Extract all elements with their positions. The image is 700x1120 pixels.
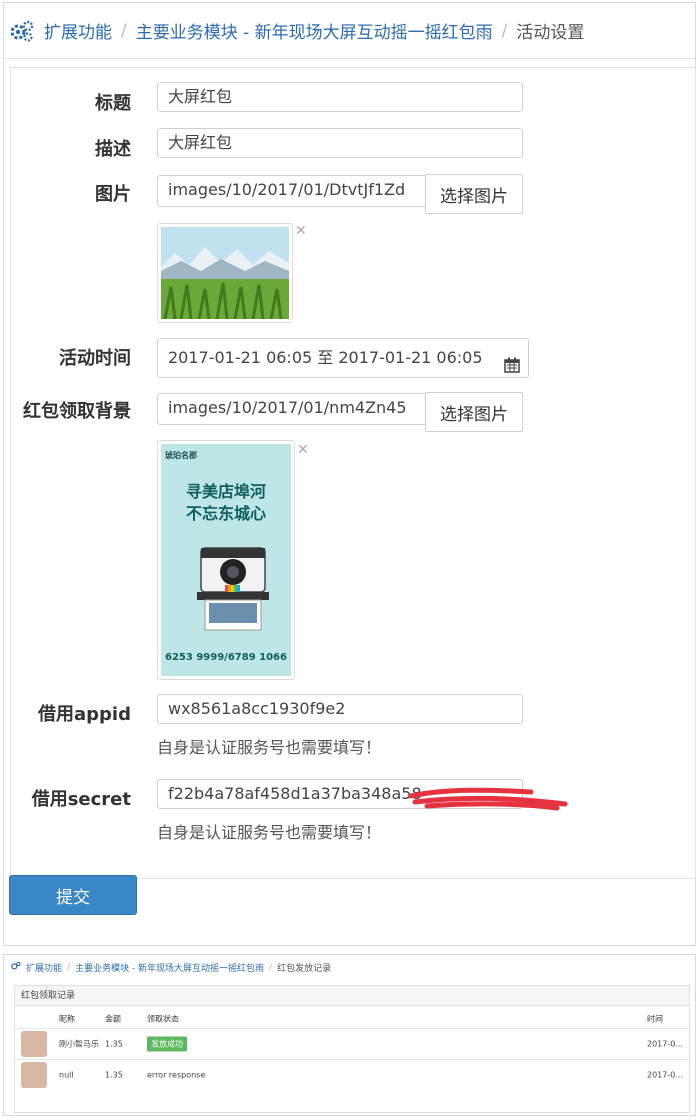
records-breadcrumb-extensions[interactable]: 扩展功能	[26, 961, 62, 974]
records-breadcrumb: 扩展功能 / 主要业务模块 - 新年现场大屏互动摇一摇红包雨 / 红包发放记录	[10, 961, 331, 974]
secret-value: f22b4a78af458d1a37ba348a58	[168, 784, 422, 803]
desc-label: 描述	[95, 139, 131, 160]
status-badge: 发放成功	[147, 1036, 187, 1051]
records-table-header: 昵称 金额 领取状态 时间	[15, 1012, 689, 1026]
image-label: 图片	[95, 184, 131, 205]
bg-path-input[interactable]: images/10/2017/01/nm4Zn45	[157, 393, 427, 425]
poster-brand: 琥珀名郡	[165, 451, 197, 460]
table-row: null 1.35 error response 2017-0...	[15, 1059, 689, 1089]
breadcrumb-module[interactable]: 主要业务模块 - 新年现场大屏互动摇一摇红包雨	[136, 18, 493, 43]
pick-bg-button[interactable]: 选择图片	[425, 392, 523, 432]
records-breadcrumb-current: 红包发放记录	[277, 964, 332, 974]
appid-help: 自身是认证服务号也需要填写！	[157, 738, 382, 757]
poster-line2: 不忘东城心	[185, 504, 266, 523]
row-status: error response	[147, 1070, 206, 1079]
bg-label: 红包领取背景	[23, 401, 131, 422]
gears-icon	[10, 961, 22, 974]
col-nickname: 昵称	[59, 1014, 75, 1024]
remove-bg-icon[interactable]: ✕	[297, 442, 309, 458]
image-path-input[interactable]: images/10/2017/01/DtvtJf1Zd	[157, 175, 427, 207]
records-panel-title: 红包领取记录	[15, 986, 689, 1006]
appid-input[interactable]: wx8561a8cc1930f9e2	[157, 694, 523, 724]
secret-label: 借用secret	[31, 789, 131, 810]
gears-icon	[8, 19, 36, 43]
title-label: 标题	[95, 93, 131, 114]
breadcrumb-separator: /	[269, 962, 273, 973]
row-time: 2017-0...	[647, 1070, 683, 1079]
breadcrumb-current: 活动设置	[516, 23, 585, 43]
records-breadcrumb-module[interactable]: 主要业务模块 - 新年现场大屏互动摇一摇红包雨	[75, 961, 264, 974]
row-nickname: null	[59, 1070, 74, 1079]
desc-input[interactable]: 大屏红包	[157, 128, 523, 158]
title-input[interactable]: 大屏红包	[157, 82, 523, 112]
time-range-value: 2017-01-21 06:05 至 2017-01-21 06:05	[168, 348, 483, 367]
col-status: 领取状态	[147, 1014, 179, 1024]
breadcrumb: 扩展功能 / 主要业务模块 - 新年现场大屏互动摇一摇红包雨 / 活动设置	[4, 3, 695, 59]
secret-help: 自身是认证服务号也需要填写！	[157, 823, 382, 842]
poster-line1: 寻美店埠河	[185, 482, 266, 501]
calendar-icon[interactable]	[504, 349, 520, 377]
row-amount: 1.35	[105, 1039, 123, 1048]
avatar	[21, 1062, 47, 1088]
redaction-scribble	[408, 787, 568, 811]
row-time: 2017-0...	[647, 1039, 683, 1048]
poster-phone: 6253 9999/6789 1066	[165, 652, 287, 663]
row-nickname: 刚小智马乐	[59, 1039, 99, 1048]
settings-form: 标题 大屏红包 描述 大屏红包 图片 images/10/2017/01/Dtv…	[10, 67, 696, 879]
landscape-image	[161, 227, 289, 320]
image-thumbnail	[157, 223, 293, 323]
pick-image-button[interactable]: 选择图片	[425, 174, 523, 214]
bg-thumbnail: 琥珀名郡 寻美店埠河 不忘东城心 6253 9999/6789 1066	[157, 440, 295, 680]
breadcrumb-extensions[interactable]: 扩展功能	[44, 18, 112, 43]
row-amount: 1.35	[105, 1070, 123, 1079]
remove-image-icon[interactable]: ✕	[295, 223, 307, 239]
col-amount: 金额	[105, 1014, 121, 1024]
table-row: 刚小智马乐 1.35 发放成功 2017-0...	[15, 1028, 689, 1058]
camera-illustration	[197, 547, 269, 631]
breadcrumb-separator: /	[501, 20, 508, 41]
time-label: 活动时间	[59, 348, 131, 369]
activity-settings-panel: 扩展功能 / 主要业务模块 - 新年现场大屏互动摇一摇红包雨 / 活动设置 标题…	[3, 2, 696, 946]
records-screenshot: 扩展功能 / 主要业务模块 - 新年现场大屏互动摇一摇红包雨 / 红包发放记录 …	[3, 954, 696, 1116]
appid-label: 借用appid	[38, 704, 131, 725]
submit-button[interactable]: 提交	[9, 875, 137, 915]
col-time: 时间	[647, 1014, 663, 1024]
breadcrumb-separator: /	[121, 20, 127, 41]
time-range-input[interactable]: 2017-01-21 06:05 至 2017-01-21 06:05	[157, 338, 529, 378]
breadcrumb-separator: /	[67, 962, 71, 973]
records-panel: 红包领取记录 昵称 金额 领取状态 时间 刚小智马乐 1.35 发放成功 201…	[14, 985, 690, 1113]
avatar	[21, 1031, 47, 1057]
poster-image: 琥珀名郡 寻美店埠河 不忘东城心 6253 9999/6789 1066	[161, 444, 291, 676]
